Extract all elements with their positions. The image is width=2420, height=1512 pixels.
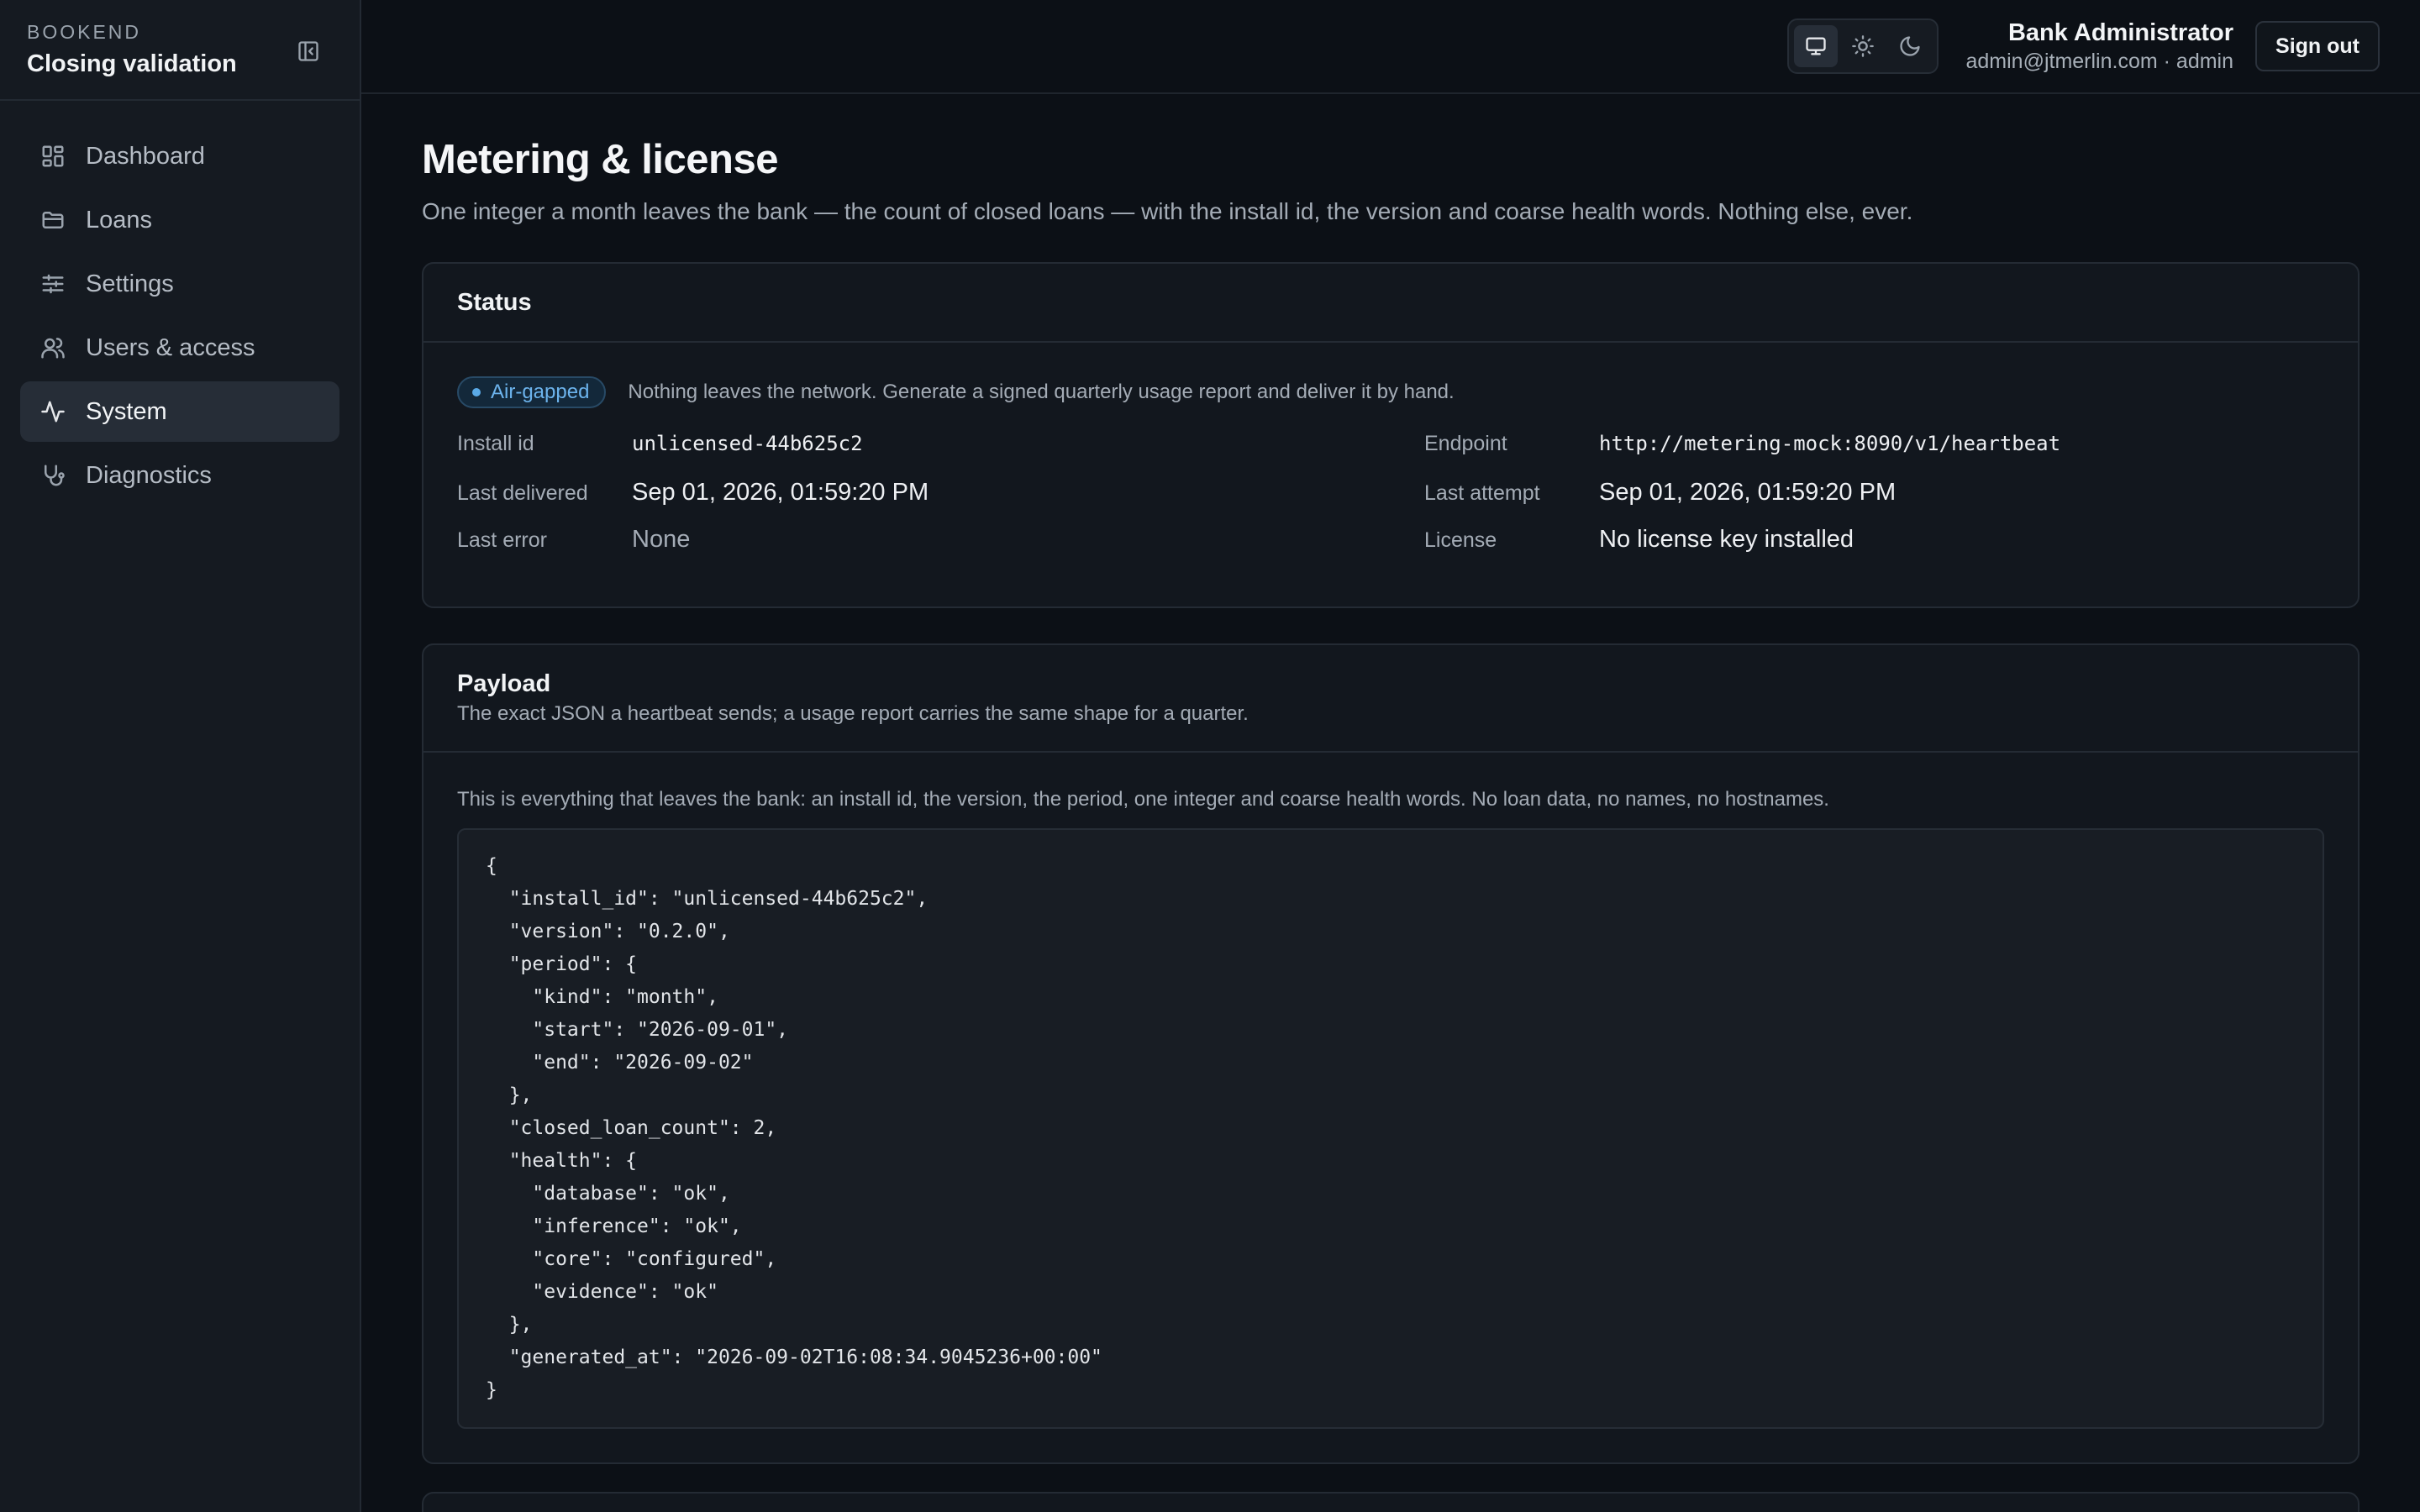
theme-switch — [1787, 18, 1939, 74]
dashboard-icon — [39, 142, 67, 171]
last-delivered-label: Last delivered — [457, 481, 588, 505]
sidebar-item-users[interactable]: Users & access — [20, 318, 339, 378]
status-badge: Air-gapped — [457, 376, 607, 408]
page-title: Metering & license — [422, 137, 778, 182]
collapse-sidebar-button[interactable] — [296, 39, 321, 64]
folder-icon — [39, 206, 67, 234]
last-attempt-value: Sep 01, 2026, 01:59:20 PM — [1599, 479, 1897, 506]
payload-card-description: The exact JSON a heartbeat sends; a usag… — [457, 702, 1249, 725]
status-row: Air-gapped Nothing leaves the network. G… — [457, 376, 2324, 408]
status-dot-icon — [472, 388, 481, 396]
page-content: Metering & license One integer a month l… — [361, 94, 2420, 1464]
user-email: admin@jtmerlin.com · admin — [1965, 50, 2234, 73]
status-details-left: Install id unlicensed-44b625c2 Last deli… — [457, 432, 1357, 573]
sidebar-item-system[interactable]: System — [20, 381, 339, 442]
license-value: No license key installed — [1599, 526, 1854, 553]
brand-eyebrow: BOOKEND — [27, 21, 142, 43]
moon-icon — [1900, 36, 1921, 56]
endpoint-label: Endpoint — [1424, 432, 1507, 455]
license-row: License No license key installed — [1424, 526, 2324, 573]
theme-system-button[interactable] — [1794, 25, 1839, 67]
activity-icon — [39, 397, 67, 426]
last-error-row: Last error None — [457, 526, 1357, 573]
sidebar-item-label: Users & access — [86, 333, 255, 361]
status-card-title: Status — [457, 289, 532, 316]
payload-card-body: This is everything that leaves the bank:… — [424, 753, 2358, 1462]
status-card-body: Air-gapped Nothing leaves the network. G… — [424, 343, 2358, 606]
sidebar-collapse-icon — [298, 41, 318, 61]
last-delivered-value: Sep 01, 2026, 01:59:20 PM — [632, 479, 929, 506]
sidebar-item-settings[interactable]: Settings — [20, 254, 339, 314]
sidebar: BOOKEND Closing validation Dashboard Loa… — [0, 0, 361, 1512]
payload-note: This is everything that leaves the bank:… — [457, 788, 1829, 811]
payload-card: Payload The exact JSON a heartbeat sends… — [422, 643, 2360, 1464]
main-area: Bank Administrator admin@jtmerlin.com · … — [361, 0, 2420, 1512]
install-id-label: Install id — [457, 432, 534, 455]
stethoscope-icon — [39, 461, 67, 490]
user-name: Bank Administrator — [2007, 19, 2234, 46]
last-attempt-row: Last attempt Sep 01, 2026, 01:59:20 PM — [1424, 479, 2324, 526]
sign-out-button[interactable]: Sign out — [2255, 21, 2380, 71]
sidebar-item-label: Diagnostics — [86, 461, 212, 489]
payload-card-header: Payload The exact JSON a heartbeat sends… — [424, 645, 2358, 753]
sidebar-item-label: System — [86, 397, 167, 425]
status-badge-label: Air-gapped — [491, 381, 590, 403]
install-id-row: Install id unlicensed-44b625c2 — [457, 432, 1357, 479]
payload-card-title: Payload — [457, 670, 551, 697]
payload-json-block[interactable]: { "install_id": "unlicensed-44b625c2", "… — [457, 828, 2324, 1429]
license-label: License — [1424, 528, 1497, 552]
theme-dark-button[interactable] — [1888, 25, 1932, 67]
app-shell: BOOKEND Closing validation Dashboard Loa… — [0, 0, 2420, 1512]
sidebar-nav: Dashboard Loans Settings Users & access — [0, 101, 360, 534]
endpoint-value: http://metering-mock:8090/v1/heartbeat — [1599, 432, 2061, 455]
brand-title: Closing validation — [27, 50, 237, 77]
user-info: Bank Administrator admin@jtmerlin.com · … — [1965, 18, 2233, 75]
status-note: Nothing leaves the network. Generate a s… — [628, 381, 1455, 403]
sidebar-item-label: Loans — [86, 206, 153, 234]
last-error-value: None — [632, 526, 691, 553]
status-card: Status Air-gapped Nothing leaves the net… — [422, 262, 2360, 608]
brand: BOOKEND Closing validation — [0, 0, 360, 101]
sidebar-item-label: Settings — [86, 270, 174, 297]
theme-light-button[interactable] — [1841, 25, 1885, 67]
monitor-icon — [1806, 37, 1827, 55]
endpoint-row: Endpoint http://metering-mock:8090/v1/he… — [1424, 432, 2324, 479]
sidebar-item-dashboard[interactable]: Dashboard — [20, 126, 339, 186]
users-icon — [39, 333, 67, 362]
sun-icon — [1852, 35, 1875, 57]
sidebar-item-loans[interactable]: Loans — [20, 190, 339, 250]
last-delivered-row: Last delivered Sep 01, 2026, 01:59:20 PM — [457, 479, 1357, 526]
status-details: Install id unlicensed-44b625c2 Last deli… — [457, 432, 2324, 573]
page-subtitle: One integer a month leaves the bank — th… — [422, 198, 1913, 224]
last-attempt-label: Last attempt — [1424, 481, 1540, 505]
sidebar-item-label: Dashboard — [86, 142, 205, 170]
sidebar-item-diagnostics[interactable]: Diagnostics — [20, 445, 339, 506]
status-details-right: Endpoint http://metering-mock:8090/v1/he… — [1424, 432, 2324, 573]
status-card-header: Status — [424, 264, 2358, 343]
sliders-icon — [39, 270, 67, 298]
install-id-value: unlicensed-44b625c2 — [632, 432, 863, 455]
next-card — [422, 1492, 2360, 1512]
topbar: Bank Administrator admin@jtmerlin.com · … — [361, 0, 2420, 94]
last-error-label: Last error — [457, 528, 547, 552]
